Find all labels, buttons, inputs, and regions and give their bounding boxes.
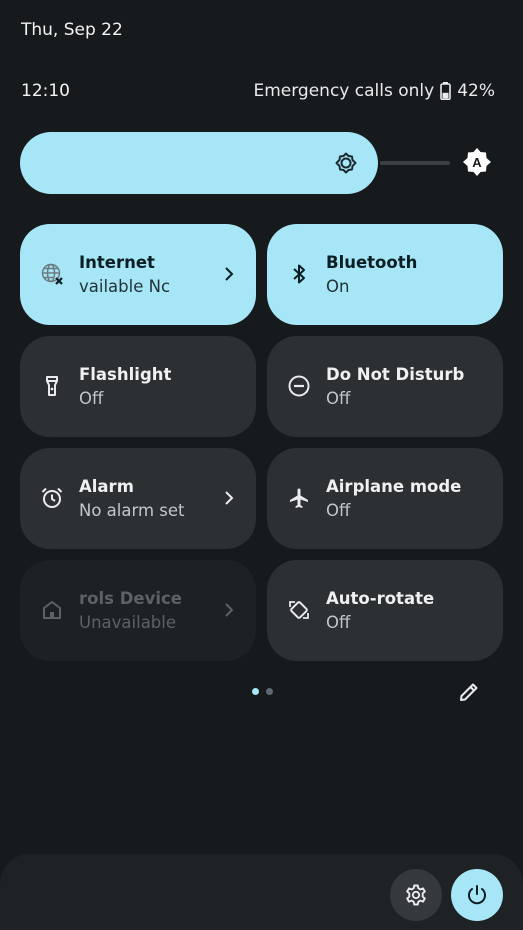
do-not-disturb-icon bbox=[288, 375, 310, 397]
tile-flashlight[interactable]: Flashlight Off bbox=[20, 336, 256, 437]
chevron-right-icon bbox=[225, 491, 234, 505]
battery-icon bbox=[440, 82, 452, 100]
chevron-right-icon bbox=[225, 267, 234, 281]
brightness-track-line bbox=[380, 161, 450, 165]
footer-bar bbox=[0, 854, 523, 930]
edit-pencil-icon[interactable] bbox=[457, 680, 481, 704]
status-area: Emergency calls only 42% bbox=[253, 81, 495, 101]
brightness-slider[interactable] bbox=[20, 132, 450, 194]
tile-subtitle: Off bbox=[326, 613, 351, 632]
power-icon bbox=[468, 885, 486, 905]
brightness-icon bbox=[335, 152, 357, 174]
tile-subtitle: Unavailable bbox=[79, 613, 177, 632]
tile-airplane-mode[interactable]: Airplane mode Off bbox=[267, 448, 503, 549]
svg-text:A: A bbox=[472, 155, 482, 170]
auto-brightness-icon[interactable]: A bbox=[461, 146, 493, 178]
time-label: 12:10 bbox=[21, 81, 70, 101]
tile-bluetooth[interactable]: Bluetooth On bbox=[267, 224, 503, 325]
network-status: Emergency calls only bbox=[253, 81, 435, 101]
page-dot-active bbox=[252, 688, 259, 695]
flashlight-icon bbox=[46, 376, 58, 396]
tile-subtitle: vailable Nc bbox=[79, 277, 171, 296]
date-label: Thu, Sep 22 bbox=[21, 20, 123, 40]
tile-subtitle: Off bbox=[326, 501, 351, 520]
page-dot bbox=[266, 688, 273, 695]
tile-alarm[interactable]: Alarm No alarm set bbox=[20, 448, 256, 549]
tile-do-not-disturb[interactable]: Do Not Disturb Off bbox=[267, 336, 503, 437]
tile-title: Flashlight bbox=[79, 365, 172, 384]
battery-percent: 42% bbox=[457, 81, 495, 101]
tile-title: Do Not Disturb bbox=[326, 365, 465, 384]
tile-subtitle: Off bbox=[326, 389, 351, 408]
home-icon bbox=[43, 601, 61, 619]
airplane-icon bbox=[290, 488, 308, 508]
brightness-fill[interactable] bbox=[20, 132, 378, 194]
settings-button[interactable] bbox=[390, 869, 442, 921]
page-indicator bbox=[252, 688, 273, 695]
globe-off-icon bbox=[41, 263, 63, 285]
gear-icon bbox=[406, 884, 426, 906]
alarm-icon bbox=[41, 487, 63, 508]
tile-subtitle: Off bbox=[79, 389, 104, 408]
tile-title: Alarm bbox=[79, 477, 134, 496]
tile-subtitle: On bbox=[326, 277, 350, 296]
tile-device-controls[interactable]: rols Device Unavailable bbox=[20, 560, 256, 661]
tile-title: rols Device bbox=[79, 589, 182, 608]
rotate-icon bbox=[289, 601, 309, 619]
tile-title: Internet bbox=[79, 253, 155, 272]
bluetooth-icon bbox=[293, 264, 305, 284]
tile-title: Bluetooth bbox=[326, 253, 418, 272]
tile-title: Airplane mode bbox=[326, 477, 462, 496]
tile-internet[interactable]: Internet vailable Nc bbox=[20, 224, 256, 325]
tile-subtitle: No alarm set bbox=[79, 501, 185, 520]
power-button[interactable] bbox=[451, 869, 503, 921]
tile-title: Auto-rotate bbox=[326, 589, 435, 608]
tile-auto-rotate[interactable]: Auto-rotate Off bbox=[267, 560, 503, 661]
quick-settings-panel: Thu, Sep 22 12:10 Emergency calls only 4… bbox=[0, 0, 523, 930]
chevron-right-icon bbox=[225, 603, 234, 617]
